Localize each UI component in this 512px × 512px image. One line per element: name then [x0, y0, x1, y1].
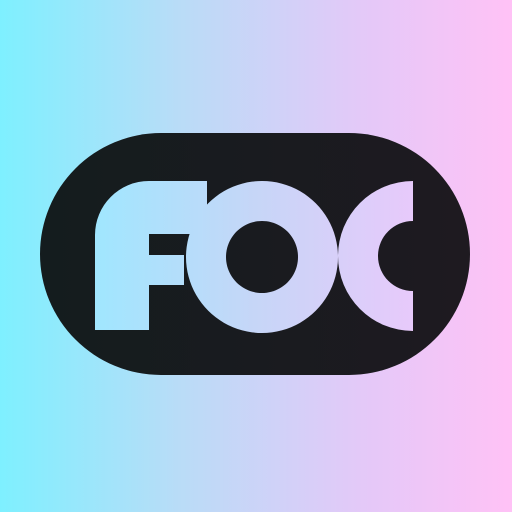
- foc-logo-icon: [40, 133, 470, 375]
- app-icon: FOC: [0, 0, 512, 512]
